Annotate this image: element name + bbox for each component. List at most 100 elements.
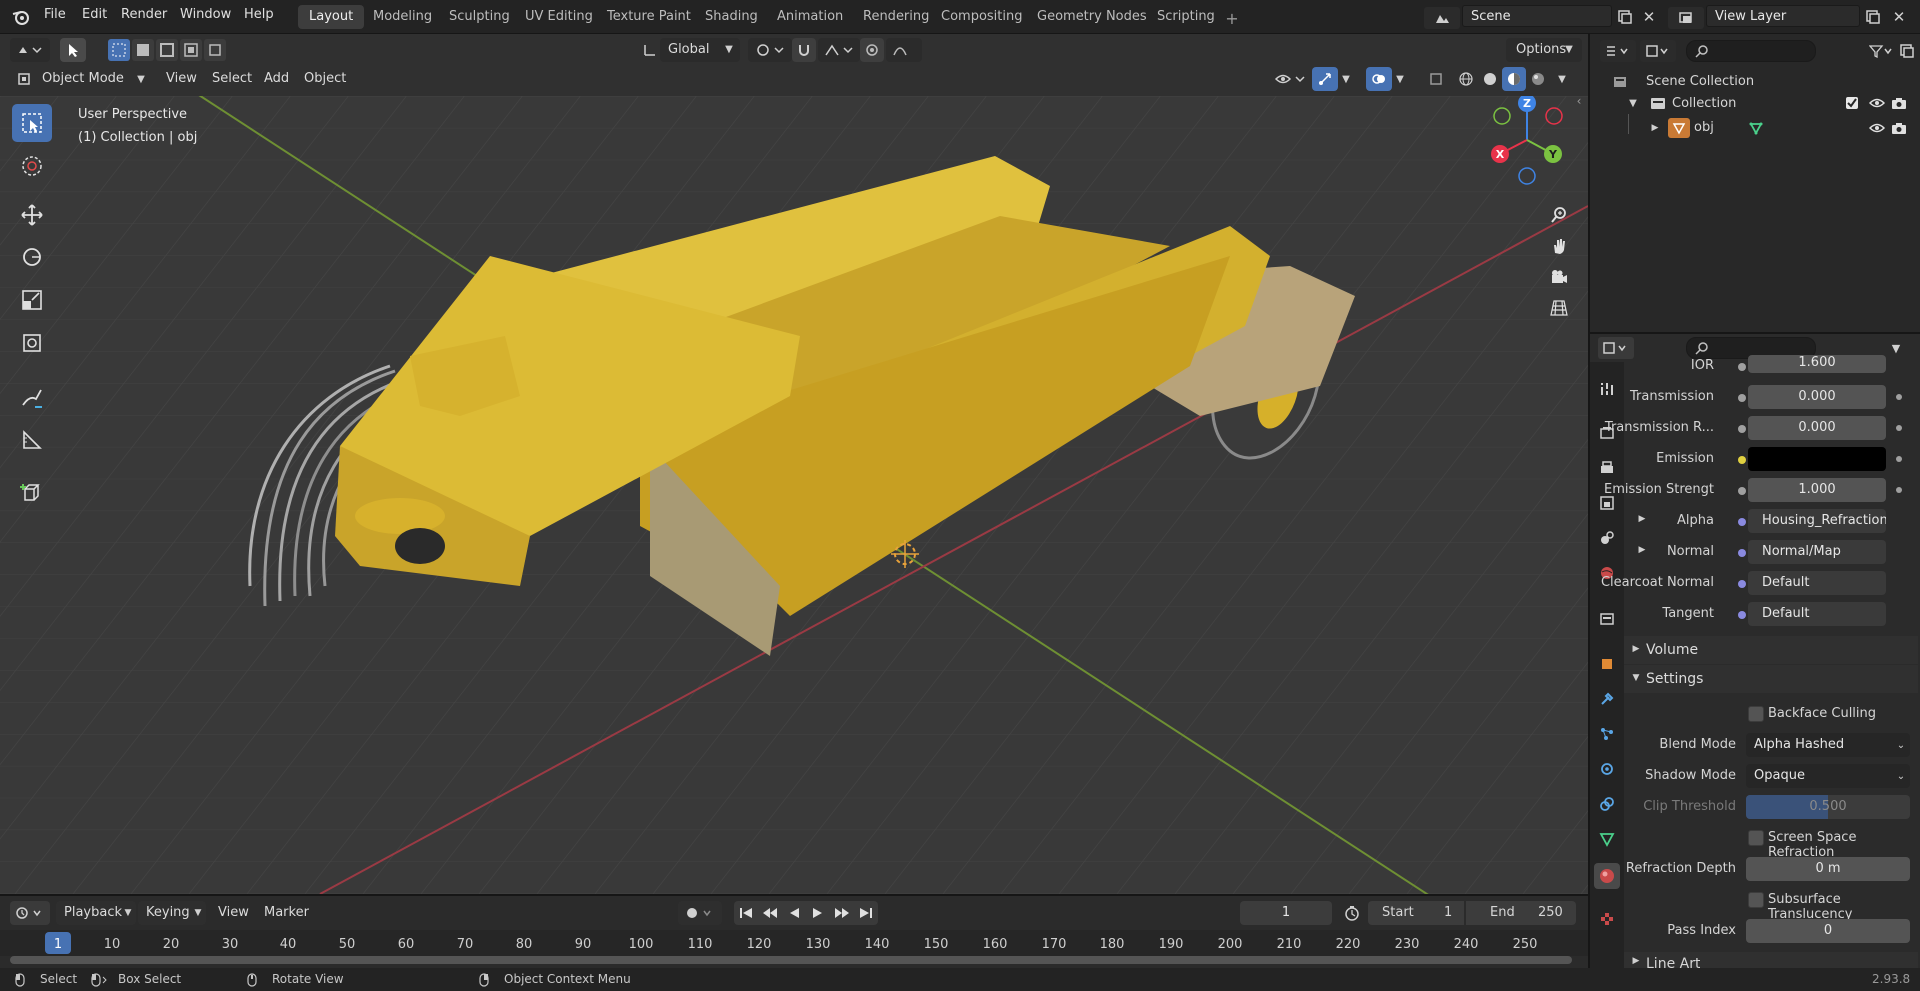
emission-color-swatch[interactable]	[1748, 447, 1886, 471]
timeline-menu-marker[interactable]: Marker	[256, 901, 317, 925]
prop-value-alpha-link[interactable]: Housing_Refraction...	[1748, 509, 1886, 533]
tab-scripting[interactable]: Scripting	[1146, 5, 1226, 29]
current-frame-field[interactable]: 1	[1240, 901, 1332, 925]
move-tool[interactable]	[12, 196, 52, 234]
properties-editor-type-icon[interactable]	[1598, 337, 1634, 359]
blender-logo-icon[interactable]	[10, 7, 32, 27]
navigation-gizmo[interactable]: Z X Y	[1482, 96, 1572, 190]
gizmo-toggle-icon[interactable]	[1312, 67, 1338, 91]
shading-material-icon[interactable]	[1502, 67, 1526, 91]
new-view-layer-icon[interactable]	[1862, 6, 1884, 28]
add-cube-tool[interactable]	[12, 474, 52, 512]
pass-index-field[interactable]: 0	[1746, 919, 1910, 943]
annotate-tool[interactable]	[12, 378, 52, 416]
scene-name-field[interactable]: Scene	[1462, 5, 1612, 27]
shadow-mode-dropdown[interactable]: Opaque	[1746, 764, 1910, 788]
collection-label[interactable]: Collection	[1672, 96, 1736, 111]
chevron-down-icon[interactable]: ▼	[1886, 338, 1906, 358]
viewport-menu-add[interactable]: Add	[256, 67, 297, 91]
play-icon[interactable]	[806, 901, 830, 925]
volume-section-label[interactable]: Volume	[1646, 642, 1698, 658]
jump-end-icon[interactable]	[854, 901, 878, 925]
scene-icon[interactable]	[1424, 7, 1460, 29]
keyframe-dot-icon[interactable]	[1896, 487, 1902, 493]
shading-rendered-icon[interactable]	[1526, 67, 1550, 91]
tab-texture-paint[interactable]: Texture Paint	[596, 5, 702, 29]
tab-geometry-nodes[interactable]: Geometry Nodes	[1026, 5, 1158, 29]
prop-value-normal-link[interactable]: Normal/Map	[1748, 540, 1886, 564]
record-button-icon[interactable]	[678, 901, 722, 925]
object-camera-icon[interactable]	[1890, 120, 1908, 136]
pan-hand-icon[interactable]	[1546, 233, 1572, 259]
overlays-toggle-icon[interactable]	[1366, 67, 1392, 91]
timeline-scrollbar[interactable]	[10, 956, 1572, 964]
timeline-editor-type-icon[interactable]	[10, 901, 50, 925]
tab-modeling[interactable]: Modeling	[362, 5, 443, 29]
tab-uv-editing[interactable]: UV Editing	[514, 5, 604, 29]
new-scene-icon[interactable]	[1614, 6, 1636, 28]
select-mode-subtract-icon[interactable]	[156, 39, 178, 61]
refraction-depth-field[interactable]: 0 m	[1746, 857, 1910, 881]
menu-window[interactable]: Window	[180, 7, 231, 22]
tab-animation[interactable]: Animation	[766, 5, 854, 29]
collection-camera-icon[interactable]	[1890, 95, 1908, 111]
backface-culling-checkbox[interactable]	[1748, 706, 1764, 722]
editor-type-icon[interactable]	[10, 38, 50, 62]
add-workspace-icon[interactable]: +	[1222, 8, 1242, 28]
proportional-falloff-icon[interactable]	[886, 38, 922, 62]
viewport-menu-object[interactable]: Object	[296, 67, 354, 91]
prop-value-ior[interactable]: 1.600	[1748, 355, 1886, 373]
modifier-tab-icon[interactable]	[1596, 688, 1618, 710]
viewport-menu-view[interactable]: View	[158, 67, 205, 91]
tab-sculpting[interactable]: Sculpting	[438, 5, 521, 29]
filter-icon[interactable]	[1866, 40, 1896, 62]
select-mode-extend-icon[interactable]	[132, 39, 154, 61]
xray-toggle-icon[interactable]	[1424, 67, 1448, 91]
shading-wireframe-icon[interactable]	[1454, 67, 1478, 91]
backface-culling-label[interactable]: Backface Culling	[1768, 706, 1876, 721]
rotate-tool[interactable]	[12, 238, 52, 276]
shading-solid-icon[interactable]	[1478, 67, 1502, 91]
collection-eye-icon[interactable]	[1868, 95, 1886, 111]
menu-help[interactable]: Help	[244, 7, 274, 22]
delete-scene-icon[interactable]: ✕	[1638, 6, 1660, 28]
zoom-icon[interactable]	[1546, 202, 1572, 228]
collapse-sidebar-icon[interactable]: ‹	[1572, 96, 1586, 108]
tab-compositing[interactable]: Compositing	[930, 5, 1034, 29]
select-tool-mini-icon[interactable]	[60, 38, 86, 62]
blend-mode-dropdown[interactable]: Alpha Hashed	[1746, 733, 1910, 757]
pivot-point-icon[interactable]	[748, 38, 792, 62]
object-tab-icon[interactable]	[1596, 653, 1618, 675]
menu-edit[interactable]: Edit	[82, 7, 107, 22]
scene-collection-label[interactable]: Scene Collection	[1646, 74, 1754, 89]
cursor-tool[interactable]	[12, 147, 52, 185]
tab-shading[interactable]: Shading	[694, 5, 769, 29]
collection-checkbox-icon[interactable]	[1844, 95, 1860, 111]
new-collection-icon[interactable]	[1896, 40, 1918, 62]
outliner-search-input[interactable]	[1686, 40, 1816, 62]
visibility-eye-icon[interactable]	[1268, 67, 1312, 91]
collection-expand-icon[interactable]: ▼	[1626, 96, 1640, 110]
transform-tool[interactable]	[12, 324, 52, 362]
object-eye-icon[interactable]	[1868, 120, 1886, 136]
screen-space-refraction-checkbox[interactable]	[1748, 830, 1764, 846]
volume-expand-icon[interactable]: ▶	[1630, 643, 1642, 655]
settings-section-label[interactable]: Settings	[1646, 671, 1703, 687]
snap-target-icon[interactable]	[818, 38, 860, 62]
keyframe-dot-icon[interactable]	[1896, 394, 1902, 400]
prop-value-clearcoat-normal[interactable]: Default	[1748, 571, 1886, 595]
tab-rendering[interactable]: Rendering	[852, 5, 940, 29]
camera-view-icon[interactable]	[1546, 264, 1572, 290]
settings-expand-icon[interactable]: ▼	[1630, 672, 1642, 684]
object-expand-icon[interactable]: ▶	[1648, 121, 1662, 135]
object-mode-dropdown[interactable]: Object Mode	[34, 67, 150, 91]
select-box-tool[interactable]	[12, 104, 52, 142]
play-reverse-icon[interactable]	[782, 901, 806, 925]
select-mode-invert-icon[interactable]	[180, 39, 202, 61]
prop-value-tangent[interactable]: Default	[1748, 602, 1886, 626]
menu-render[interactable]: Render	[121, 7, 167, 22]
jump-keyframe-back-icon[interactable]	[758, 901, 782, 925]
chevron-down-icon[interactable]: ▼	[1338, 72, 1354, 86]
use-preview-range-icon[interactable]	[1340, 901, 1364, 925]
tab-layout[interactable]: Layout	[298, 5, 365, 29]
